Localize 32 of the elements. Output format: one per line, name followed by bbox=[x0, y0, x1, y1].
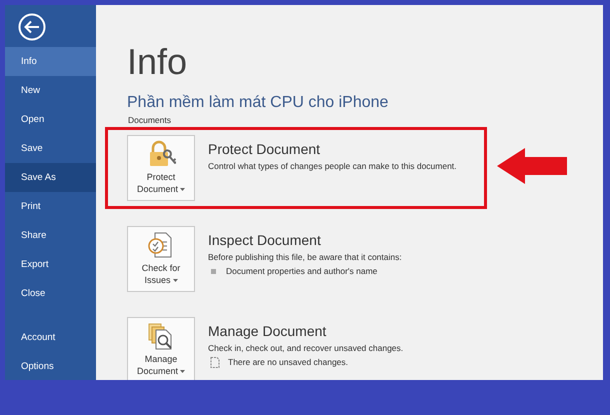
section-title: Inspect Document bbox=[208, 232, 322, 249]
back-button[interactable] bbox=[18, 13, 46, 41]
menu-item[interactable]: Export bbox=[5, 250, 96, 279]
bullet-icon bbox=[211, 268, 216, 274]
menu-item[interactable]: New bbox=[5, 76, 96, 105]
menu-item[interactable]: Save bbox=[5, 134, 96, 163]
menu-item[interactable]: Open bbox=[5, 105, 96, 134]
detail-text: There are no unsaved changes. bbox=[228, 356, 348, 368]
manage-document-button[interactable]: Manage Document bbox=[127, 317, 195, 380]
menu-item[interactable]: Account bbox=[5, 323, 96, 352]
section-description: Before publishing this file, be aware that it contains: bbox=[208, 251, 402, 263]
document-title: Phần mềm làm mát CPU cho iPhone bbox=[127, 93, 390, 113]
menu-item[interactable]: Save As bbox=[5, 163, 96, 192]
menu-item[interactable]: Close bbox=[5, 279, 96, 308]
section-title: Manage Document bbox=[208, 323, 328, 340]
menu-item[interactable]: Info bbox=[5, 47, 96, 76]
section-description: Control what types of changes people can make to this document. bbox=[208, 160, 457, 172]
caret-icon bbox=[180, 188, 186, 192]
arrow-icon bbox=[497, 148, 567, 184]
detail-text: Document properties and author's name bbox=[226, 265, 378, 277]
caret-icon bbox=[172, 279, 178, 282]
check-issues-button[interactable]: Check for Issues bbox=[127, 226, 195, 292]
menu-item[interactable]: Print bbox=[5, 192, 96, 221]
document-location: Documents bbox=[128, 115, 172, 126]
page-heading: Info bbox=[127, 41, 188, 83]
section-description: Check in, check out, and recover unsaved changes. bbox=[208, 342, 404, 354]
section-title: Protect Document bbox=[208, 141, 322, 158]
menu-item[interactable]: Options bbox=[5, 352, 96, 380]
caret-icon bbox=[180, 370, 186, 374]
protect-document-button[interactable]: Protect Document bbox=[127, 135, 195, 201]
menu-item[interactable]: Share bbox=[5, 221, 96, 250]
document-icon bbox=[210, 356, 220, 368]
